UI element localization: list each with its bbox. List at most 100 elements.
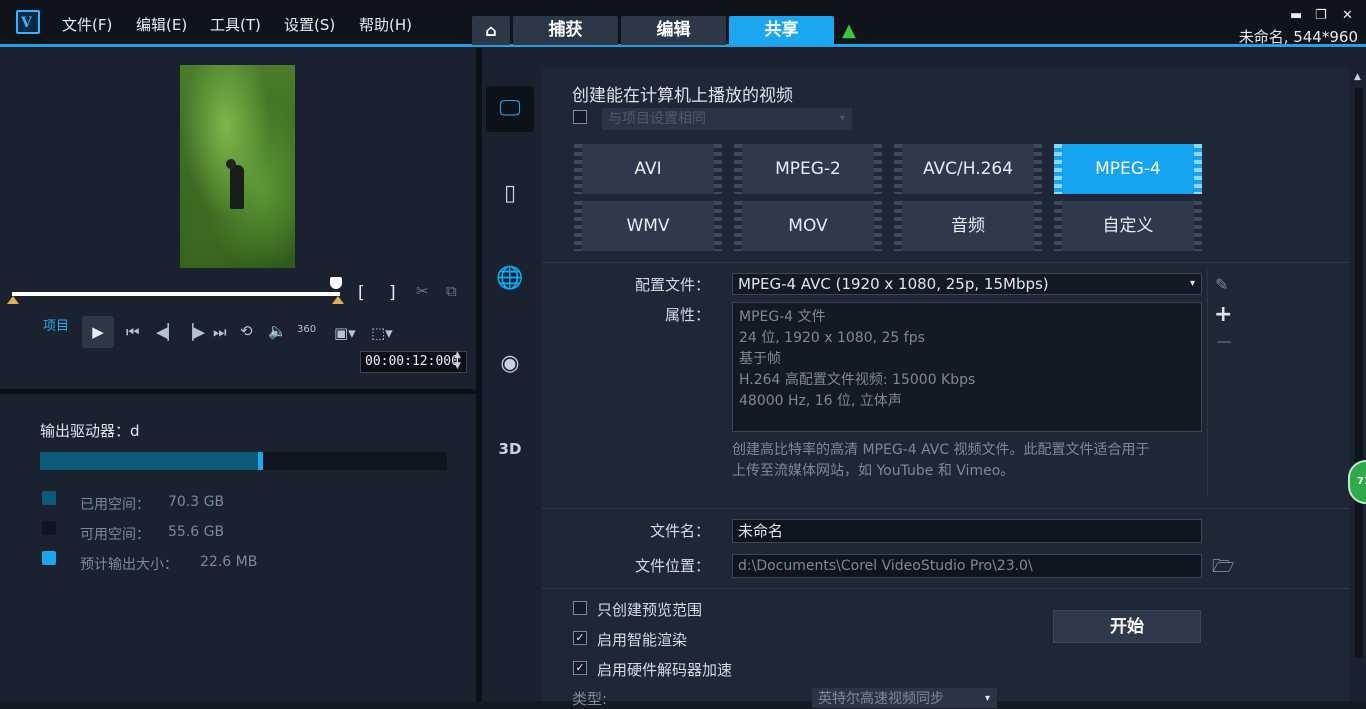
estimate-size-label: 预计输出大小： xyxy=(80,557,178,573)
property-line: H.264 高配置文件视频: 15000 Kbps xyxy=(739,372,976,388)
selection-mode-icon[interactable]: ⬚▾ xyxy=(371,324,393,342)
type-value: 英特尔高速视频同步 xyxy=(818,691,944,707)
app-logo-icon: V xyxy=(16,10,40,34)
vertical-scrollbar[interactable]: ▲ xyxy=(1352,68,1366,701)
smart-render-checkbox[interactable]: ✓ xyxy=(573,631,587,645)
share-heading: 创建能在计算机上播放的视频 xyxy=(572,86,793,106)
type-dropdown[interactable]: 英特尔高速视频同步 ▾ xyxy=(812,688,997,708)
computer-output-icon[interactable]: 🖵 xyxy=(486,86,534,132)
timecode-field[interactable]: 00:00:12:000 xyxy=(360,351,467,373)
browse-folder-icon[interactable]: 🗁 xyxy=(1212,554,1234,584)
restore-icon[interactable]: ❐ xyxy=(1315,8,1327,23)
preview-range-checkbox[interactable] xyxy=(573,601,587,615)
smart-render-label: 启用智能渲染 xyxy=(597,631,688,649)
type-label: 类型: xyxy=(572,690,608,708)
estimate-size-swatch xyxy=(42,551,56,565)
format-mpeg2[interactable]: MPEG-2 xyxy=(734,144,882,194)
menu-settings[interactable]: 设置(S) xyxy=(284,14,335,35)
minimize-icon[interactable]: ▬ xyxy=(1290,8,1302,23)
profile-dropdown[interactable]: MPEG-4 AVC (1920 x 1080, 25p, 15Mbps) ▾ xyxy=(732,273,1202,295)
filename-input[interactable]: 未命名 xyxy=(732,519,1202,543)
hw-decoder-checkbox[interactable]: ✓ xyxy=(573,661,587,675)
document-title: 未命名, 544*960 xyxy=(1238,28,1358,46)
video-preview xyxy=(180,65,295,268)
section-divider xyxy=(542,508,1350,509)
used-space-swatch xyxy=(42,491,56,505)
format-custom[interactable]: 自定义 xyxy=(1054,201,1202,251)
tab-share[interactable]: 共享 xyxy=(729,16,834,45)
upload-arrow-icon[interactable]: ▲ xyxy=(842,20,856,41)
mark-out-icon[interactable]: ] xyxy=(389,283,396,303)
menu-help[interactable]: 帮助(H) xyxy=(359,14,412,35)
format-avi[interactable]: AVI xyxy=(574,144,722,194)
section-divider xyxy=(542,262,1350,263)
menu-file[interactable]: 文件(F) xyxy=(62,14,112,35)
drive-estimate-fill xyxy=(258,452,263,470)
project-mode-label[interactable]: 项目 xyxy=(43,315,69,334)
previous-frame-icon[interactable]: ◀▏ xyxy=(156,323,179,341)
output-drive-title: 输出驱动器：d xyxy=(40,422,140,440)
profile-value: MPEG-4 AVC (1920 x 1080, 25p, 15Mbps) xyxy=(738,275,1049,293)
chevron-down-icon: ▾ xyxy=(984,693,990,704)
playhead-marker[interactable] xyxy=(330,277,342,289)
same-as-project-dropdown[interactable]: 与项目设置相同 ▾ xyxy=(602,108,852,130)
play-button[interactable]: ▶ xyxy=(82,316,114,348)
start-button[interactable]: 开始 xyxy=(1053,610,1201,643)
mark-in-icon[interactable]: [ xyxy=(358,283,365,303)
timecode-stepper-icon[interactable]: ▲ ▼ xyxy=(454,350,461,372)
volume-icon[interactable]: 🔈 xyxy=(268,322,287,340)
filename-label: 文件名： xyxy=(649,522,710,540)
drive-used-fill xyxy=(40,452,258,470)
same-as-project-checkbox[interactable] xyxy=(573,110,587,124)
trim-start-marker[interactable] xyxy=(7,296,19,304)
free-space-swatch xyxy=(42,521,56,535)
section-divider xyxy=(542,588,1350,589)
home-icon: ⌂ xyxy=(485,21,497,40)
repeat-icon[interactable]: ⟲ xyxy=(240,322,253,340)
used-space-value: 70.3 GB xyxy=(168,494,225,510)
estimate-size-value: 22.6 MB xyxy=(200,554,258,570)
360-view-icon[interactable]: 360 xyxy=(297,324,316,335)
disc-output-icon[interactable]: ◉ xyxy=(486,341,534,387)
format-audio[interactable]: 音频 xyxy=(894,201,1042,251)
format-mpeg4[interactable]: MPEG-4 xyxy=(1054,144,1202,194)
property-line: 24 位, 1920 x 1080, 25 fps xyxy=(739,330,925,346)
menu-edit[interactable]: 编辑(E) xyxy=(136,14,187,35)
preview-range-label: 只创建预览范围 xyxy=(597,601,703,619)
used-space-label: 已用空间： xyxy=(80,497,150,513)
property-line: 基于帧 xyxy=(739,351,781,367)
home-button[interactable]: ⌂ xyxy=(472,16,510,45)
web-output-icon[interactable]: 🌐 xyxy=(486,256,534,302)
device-output-icon[interactable]: ▯ xyxy=(486,171,534,217)
hw-decoder-label: 启用硬件解码器加速 xyxy=(597,661,733,679)
file-location-input[interactable]: d:\Documents\Corel VideoStudio Pro\23.0\ xyxy=(732,554,1202,578)
properties-label: 属性： xyxy=(664,306,710,324)
scroll-thumb[interactable] xyxy=(1355,88,1363,658)
go-to-end-icon[interactable]: ⏭ xyxy=(213,323,227,341)
next-frame-icon[interactable]: ▕▶ xyxy=(182,323,205,341)
edit-profile-icon[interactable]: ✎ xyxy=(1215,275,1228,294)
format-avc-h264[interactable]: AVC/H.264 xyxy=(894,144,1042,194)
3d-output-icon[interactable]: 3D xyxy=(486,426,534,472)
format-mov[interactable]: MOV xyxy=(734,201,882,251)
properties-box: MPEG-4 文件 24 位, 1920 x 1080, 25 fps 基于帧 … xyxy=(732,302,1202,432)
close-icon[interactable]: ✕ xyxy=(1342,8,1353,23)
profile-description: 创建高比特率的高清 MPEG-4 AVC 视频文件。此配置文件适合用于 上传至流… xyxy=(732,442,1150,479)
trim-end-marker[interactable] xyxy=(332,296,344,304)
property-line: MPEG-4 文件 xyxy=(739,309,826,325)
scissors-icon[interactable]: ✂ xyxy=(416,282,429,300)
play-icon: ▶ xyxy=(92,323,104,341)
scroll-up-icon[interactable]: ▲ xyxy=(1354,72,1361,82)
same-as-project-text: 与项目设置相同 xyxy=(608,111,706,127)
copy-clip-icon[interactable]: ⧉ xyxy=(446,282,457,300)
aspect-ratio-icon[interactable]: ▣▾ xyxy=(334,324,356,342)
format-wmv[interactable]: WMV xyxy=(574,201,722,251)
menu-tools[interactable]: 工具(T) xyxy=(210,14,261,35)
remove-profile-icon[interactable]: − xyxy=(1215,330,1233,355)
tab-capture[interactable]: 捕获 xyxy=(513,16,618,45)
go-to-start-icon[interactable]: ⏮ xyxy=(126,323,140,341)
free-space-value: 55.6 GB xyxy=(168,524,225,540)
tab-edit[interactable]: 编辑 xyxy=(621,16,726,45)
add-profile-icon[interactable]: + xyxy=(1214,302,1232,327)
scrub-bar[interactable] xyxy=(12,292,340,296)
